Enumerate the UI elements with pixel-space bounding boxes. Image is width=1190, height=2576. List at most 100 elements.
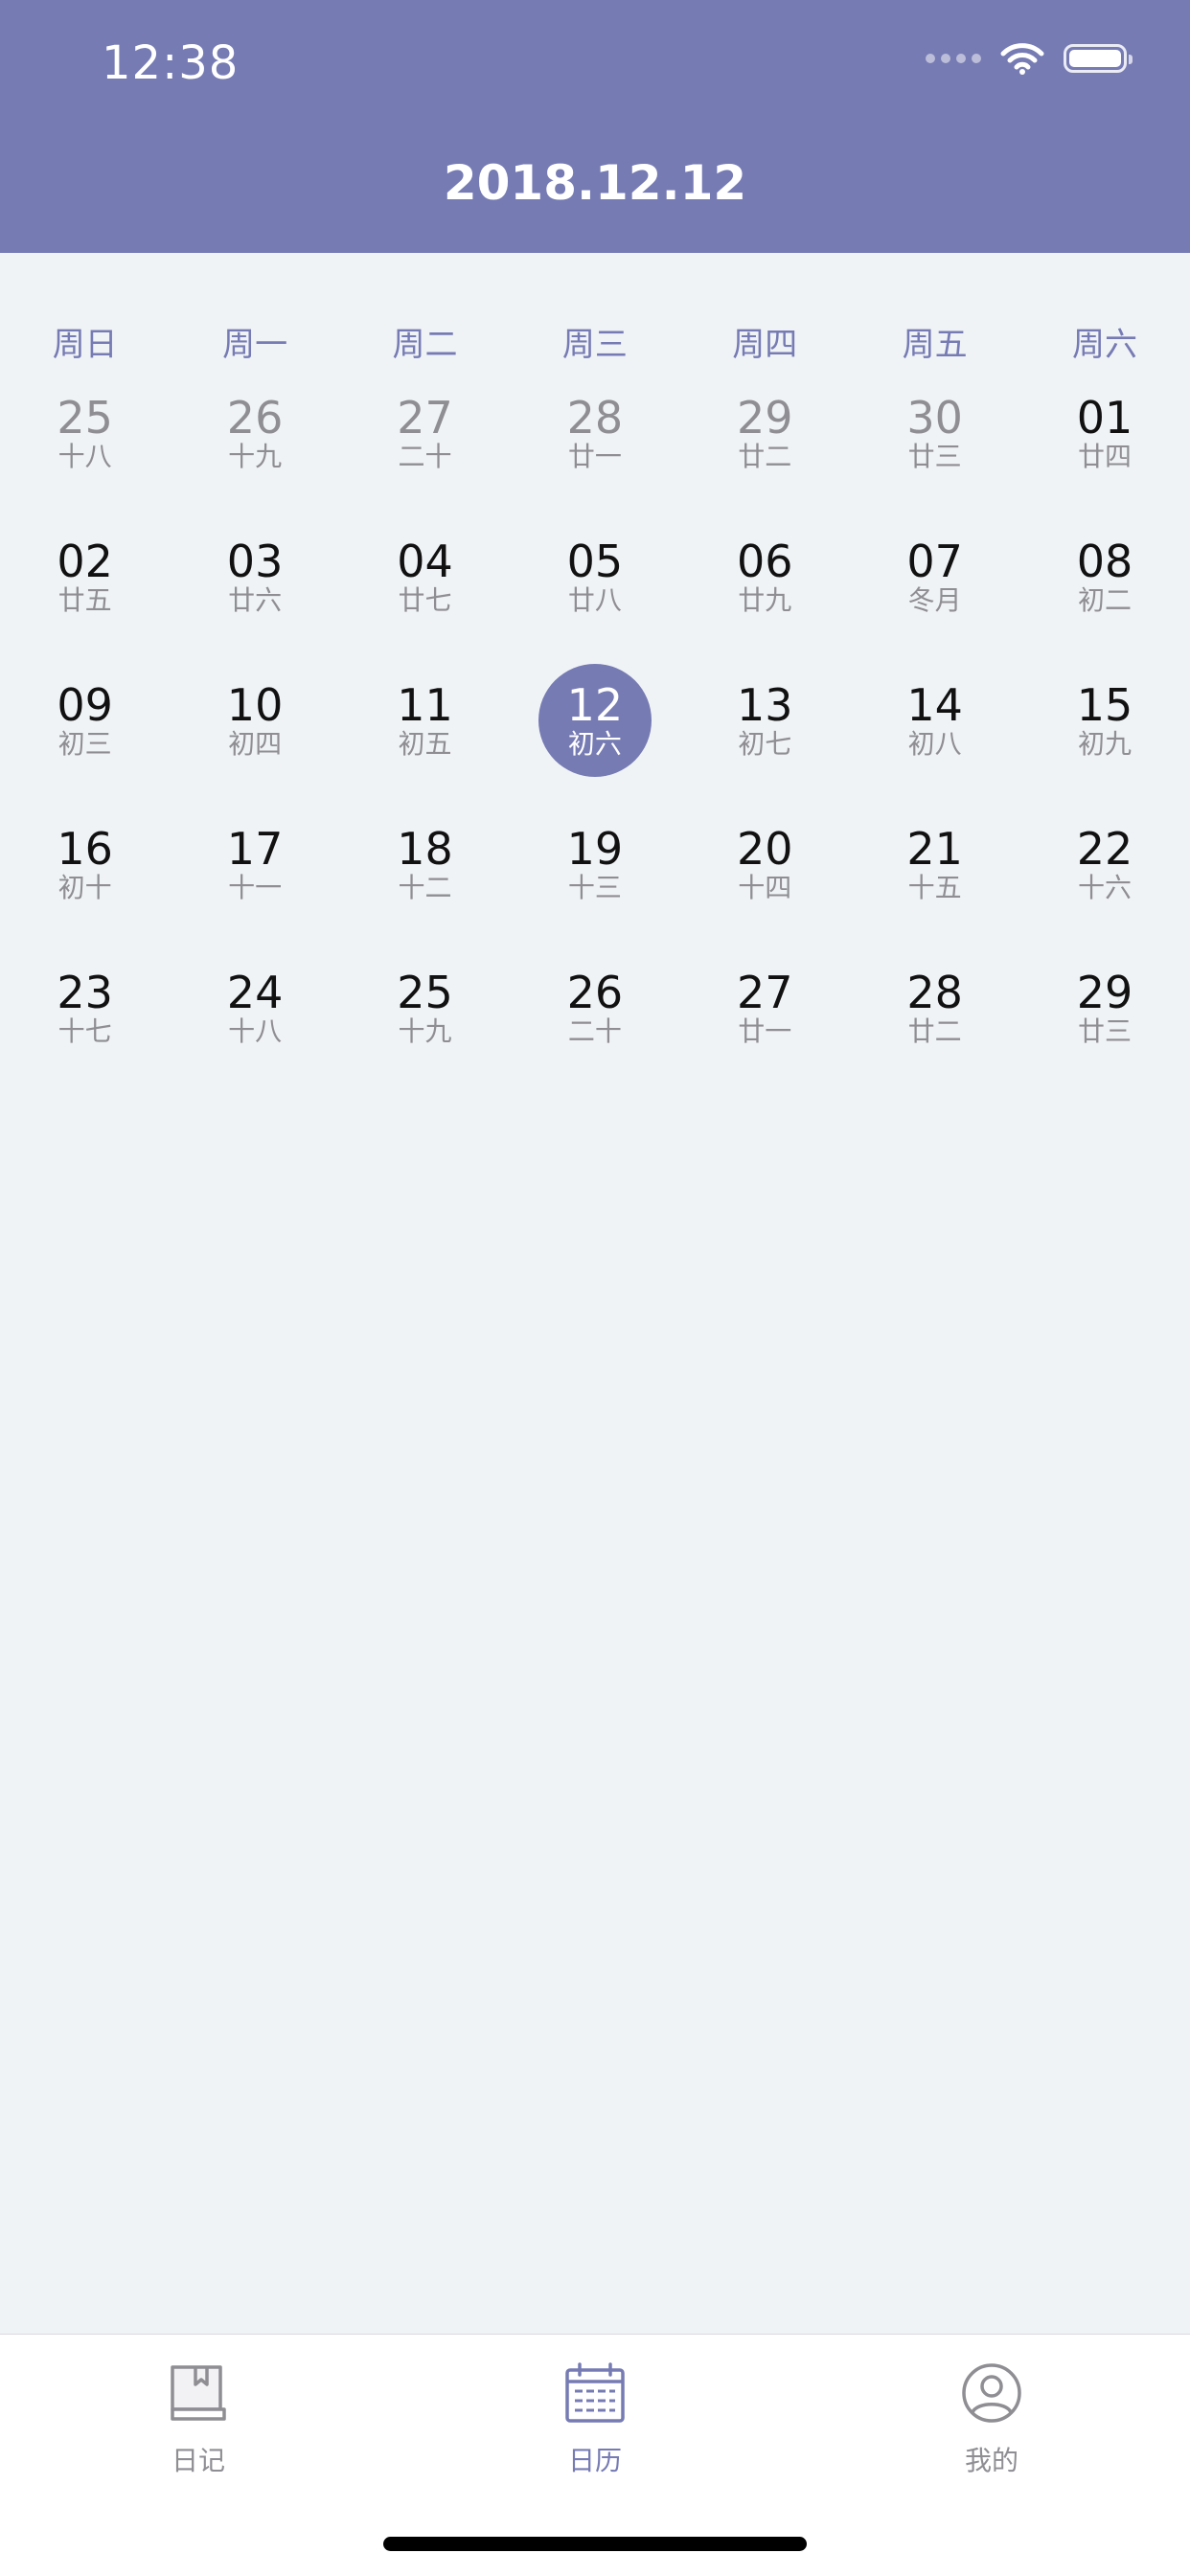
calendar-week-row: 09 初三 10 初四 11 初五 12 初六 13 初七 14 初八 15 初九 [0,664,1190,809]
status-indicators [926,42,1133,75]
lunar-date: 十七 [57,1015,112,1047]
lunar-date: 十八 [228,1015,283,1047]
day-number: 07 [906,536,963,587]
calendar-day[interactable]: 02 廿五 [0,521,170,665]
day-number: 18 [397,823,453,875]
lunar-date: 十三 [567,872,622,903]
calendar-day[interactable]: 26 十九 [170,377,339,521]
profile-icon [962,2363,1021,2423]
calendar-day[interactable]: 29 廿三 [1019,952,1189,1096]
calendar-day[interactable]: 09 初三 [0,665,170,809]
calendar-day[interactable]: 07 冬月 [850,521,1019,665]
lunar-date: 初二 [1078,584,1133,616]
day-circle: 19 十三 [538,808,652,921]
weekday-label: 周六 [1072,326,1138,364]
calendar-day[interactable]: 26 二十 [510,952,679,1096]
day-circle: 03 廿六 [198,520,311,633]
tab-calendar[interactable]: 日历 [499,2361,691,2478]
day-number: 05 [566,536,624,587]
calendar-icon [565,2362,625,2423]
diary-book-icon [171,2365,226,2421]
calendar-day[interactable]: 04 廿七 [340,521,510,665]
home-indicator [383,2537,807,2551]
day-circle: 16 初十 [29,808,142,921]
day-number: 21 [906,823,963,875]
lunar-date: 初六 [567,728,622,760]
day-circle: 24 十八 [198,951,311,1064]
calendar-week-row: 23 十七 24 十八 25 十九 26 二十 27 廿一 28 廿二 29 廿三 [0,952,1190,1096]
day-circle: 08 初二 [1048,520,1161,633]
calendar-day[interactable]: 29 廿二 [680,377,850,521]
calendar-day[interactable]: 16 初十 [0,809,170,952]
calendar-day[interactable]: 20 十四 [680,809,850,952]
day-number: 22 [1076,823,1133,875]
calendar-day[interactable]: 11 初五 [340,665,510,809]
day-circle: 05 廿八 [538,520,652,633]
tab-profile[interactable]: 我的 [896,2361,1087,2478]
lunar-date: 初九 [1078,728,1133,760]
calendar-day[interactable]: 23 十七 [0,952,170,1096]
calendar-day[interactable]: 05 廿八 [510,521,679,665]
day-number: 29 [1076,967,1133,1018]
lunar-date: 廿七 [398,584,452,616]
day-number: 09 [57,679,113,731]
calendar-day[interactable]: 17 十一 [170,809,339,952]
day-circle: 12 初六 [538,664,652,777]
calendar-day[interactable]: 30 廿三 [850,377,1019,521]
calendar-day[interactable]: 14 初八 [850,665,1019,809]
lunar-date: 初四 [228,728,283,760]
calendar-day[interactable]: 15 初九 [1019,665,1189,809]
lunar-date: 十九 [398,1015,452,1047]
calendar-day[interactable]: 25 十九 [340,952,510,1096]
calendar-day[interactable]: 27 廿一 [680,952,850,1096]
lunar-date: 十五 [907,872,962,903]
day-number: 17 [226,823,284,875]
calendar-day[interactable]: 24 十八 [170,952,339,1096]
day-number: 13 [736,679,793,731]
day-number: 26 [566,967,624,1018]
lunar-date: 廿一 [567,441,622,472]
day-circle: 01 廿四 [1048,376,1161,490]
day-circle: 26 十九 [198,376,311,490]
tab-label: 日记 [171,2445,225,2476]
day-circle: 28 廿二 [879,951,992,1064]
calendar-day[interactable]: 21 十五 [850,809,1019,952]
calendar-day[interactable]: 10 初四 [170,665,339,809]
calendar-day[interactable]: 22 十六 [1019,809,1189,952]
day-number: 30 [906,392,963,444]
day-number: 25 [397,967,453,1018]
tab-diary[interactable]: 日记 [103,2361,294,2478]
calendar-day[interactable]: 25 十八 [0,377,170,521]
calendar-day[interactable]: 06 廿九 [680,521,850,665]
tab-label: 我的 [964,2445,1018,2476]
day-number: 06 [736,536,793,587]
calendar-day[interactable]: 01 廿四 [1019,377,1189,521]
day-circle: 29 廿二 [708,376,821,490]
calendar-week-row: 25 十八 26 十九 27 二十 28 廿一 29 廿二 30 廿三 01 廿四 [0,377,1190,521]
lunar-date: 廿三 [907,441,962,472]
calendar-day[interactable]: 19 十三 [510,809,679,952]
calendar-day[interactable]: 08 初二 [1019,521,1189,665]
day-number: 01 [1076,392,1133,444]
status-time: 12:38 [102,36,240,90]
weekday-label: 周二 [392,326,458,364]
lunar-date: 十八 [57,441,112,472]
calendar-day[interactable]: 03 廿六 [170,521,339,665]
day-number: 19 [566,823,624,875]
lunar-date: 初五 [398,728,452,760]
day-number: 02 [57,536,113,587]
lunar-date: 十九 [228,441,283,472]
calendar-day-selected[interactable]: 12 初六 [510,664,679,809]
lunar-date: 廿四 [1078,441,1133,472]
calendar-day[interactable]: 13 初七 [680,665,850,809]
day-number: 08 [1076,536,1133,587]
calendar-day[interactable]: 18 十二 [340,809,510,952]
day-number: 20 [736,823,793,875]
day-circle: 11 初五 [368,664,481,777]
day-number: 11 [397,679,453,731]
calendar-day[interactable]: 28 廿二 [850,952,1019,1096]
calendar-day[interactable]: 27 二十 [340,377,510,521]
calendar-day[interactable]: 28 廿一 [510,377,679,521]
calendar-week-row: 02 廿五 03 廿六 04 廿七 05 廿八 06 廿九 07 冬月 08 初二 [0,521,1190,665]
day-number: 27 [397,392,453,444]
